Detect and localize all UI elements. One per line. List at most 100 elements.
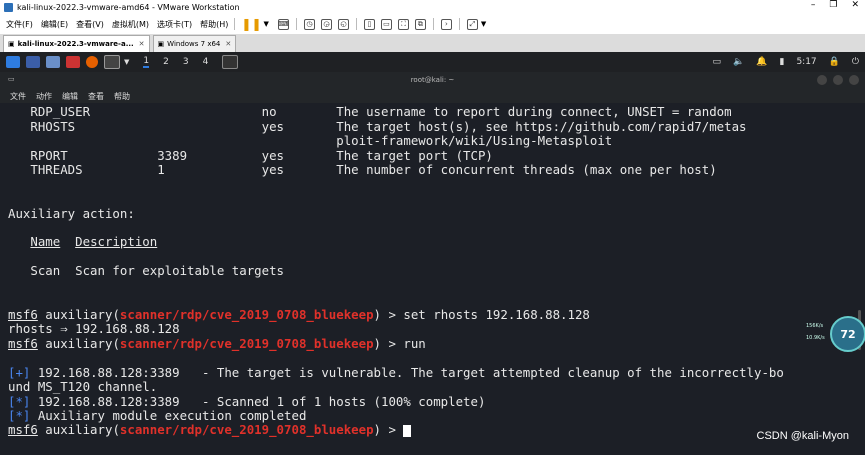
snapshot-manager-icon[interactable]: ◵ <box>337 18 349 30</box>
maximize-icon[interactable] <box>833 75 843 85</box>
terminal-menu-view[interactable]: 查看 <box>88 91 104 102</box>
terminal-menu-help[interactable]: 帮助 <box>114 91 130 102</box>
prompt-prefix: msf6 <box>8 336 38 351</box>
result-vulnerable: [+] 192.168.88.128:3389 - The target is … <box>8 366 784 380</box>
minimize-icon[interactable]: – <box>811 0 816 10</box>
column-name: Name <box>30 234 61 249</box>
tab-kali[interactable]: ▣ kali-linux-2022.3-vmware-a... ✕ <box>3 35 150 52</box>
vm-icon: ▣ <box>157 40 165 48</box>
kali-panel: ▼ 1 2 3 4 ▭ 🔈 🔔 ▮ 5:17 🔒 ⏻ <box>0 52 865 72</box>
network-speed-widget: 156K/s 10.9K/s <box>806 320 825 344</box>
auxiliary-action-heading: Auxiliary action: <box>8 206 135 221</box>
desktop-icon[interactable] <box>26 56 40 68</box>
action-row-scan: Scan Scan for exploitable targets <box>8 263 285 278</box>
terminal-menu-edit[interactable]: 编辑 <box>62 91 78 102</box>
chevron-down-icon[interactable]: ▼ <box>124 58 129 66</box>
terminal-menu-file[interactable]: 文件 <box>10 91 26 102</box>
thumbnail-icon[interactable]: ▭ <box>380 18 392 30</box>
toolbar-divider <box>458 18 460 30</box>
toolbar-divider <box>234 18 236 30</box>
speaker-icon[interactable]: 🔈 <box>733 57 744 67</box>
prompt-prefix: msf6 <box>8 422 38 437</box>
terminal-title: root@kali: ~ <box>410 76 455 84</box>
status-star: [*] <box>8 394 31 409</box>
window-titlebar: kali-linux-2022.3-vmware-amd64 - VMware … <box>0 0 865 14</box>
chevron-down-icon[interactable]: ▼ <box>264 20 269 28</box>
stretch-icon[interactable]: ⤢ <box>466 18 478 30</box>
close-icon[interactable]: ✕ <box>225 40 231 48</box>
option-row-threads: THREADS 1 yes The number of concurrent t… <box>8 162 717 177</box>
terminal-menu-action[interactable]: 动作 <box>36 91 52 102</box>
close-icon[interactable] <box>849 75 859 85</box>
performance-gauge[interactable]: 72 <box>830 316 865 352</box>
kali-menu-icon[interactable] <box>6 56 20 68</box>
terminal-menubar: 文件 动作 编辑 查看 帮助 <box>0 89 865 103</box>
firefox-icon[interactable] <box>86 56 98 68</box>
prompt-mid: auxiliary( <box>37 307 120 322</box>
option-row-rdp-user: RDP_USER no The username to report durin… <box>8 104 732 119</box>
menu-edit[interactable]: 编辑(E) <box>41 19 68 30</box>
toolbar-divider <box>355 18 357 30</box>
display-icon[interactable]: ▭ <box>713 57 722 67</box>
module-name: scanner/rdp/cve_2019_0708_bluekeep <box>119 307 374 322</box>
tab-label: Windows 7 x64 <box>167 40 221 48</box>
terminal-window-controls <box>817 75 859 85</box>
workspace-1[interactable]: 1 <box>143 56 150 68</box>
battery-icon[interactable]: ▮ <box>779 57 784 67</box>
revert-snapshot-icon[interactable]: ◶ <box>320 18 332 30</box>
chevron-down-icon[interactable]: ▼ <box>481 20 486 28</box>
workspace-3[interactable]: 3 <box>183 57 189 67</box>
command-set-rhosts: set rhosts 192.168.88.128 <box>403 307 590 322</box>
console-icon[interactable]: › <box>440 18 452 30</box>
snapshot-icon[interactable]: ◷ <box>303 18 315 30</box>
menu-help[interactable]: 帮助(H) <box>200 19 228 30</box>
column-description: Description <box>75 234 158 249</box>
result-completed: [*] Auxiliary module execution completed <box>8 409 306 423</box>
library-icon[interactable]: ▯ <box>363 18 375 30</box>
menu-file[interactable]: 文件(F) <box>6 19 33 30</box>
minimize-icon[interactable] <box>817 75 827 85</box>
prompt-line: msf6 auxiliary(scanner/rdp/cve_2019_0708… <box>8 308 590 322</box>
prompt-prefix: msf6 <box>8 307 38 322</box>
workspace-4[interactable]: 4 <box>203 57 209 67</box>
menu-vm[interactable]: 虚拟机(M) <box>112 19 149 30</box>
terminal-output[interactable]: RDP_USER no The username to report durin… <box>0 103 865 455</box>
vm-icon: ▣ <box>8 40 15 48</box>
window-controls: – ❐ ✕ <box>811 0 859 10</box>
module-name: scanner/rdp/cve_2019_0708_bluekeep <box>119 422 374 437</box>
toolbar-divider <box>295 18 297 30</box>
menu-view[interactable]: 查看(V) <box>76 19 104 30</box>
text-cursor <box>403 424 412 437</box>
power-icon[interactable]: ⏻ <box>852 57 859 67</box>
tab-windows7[interactable]: ▣ Windows 7 x64 ✕ <box>152 35 237 52</box>
text-editor-icon[interactable] <box>66 56 80 68</box>
prompt-line: msf6 auxiliary(scanner/rdp/cve_2019_0708… <box>8 337 426 351</box>
terminal-window-icon[interactable] <box>222 55 239 69</box>
terminal-icon[interactable] <box>104 55 120 69</box>
prompt-mid: auxiliary( <box>37 422 120 437</box>
send-keys-icon[interactable]: ⌨ <box>277 18 289 30</box>
file-manager-icon[interactable] <box>46 56 60 68</box>
prompt-end: ) > <box>373 336 404 351</box>
close-icon[interactable]: ✕ <box>139 40 145 48</box>
close-icon[interactable]: ✕ <box>851 0 859 10</box>
watermark: CSDN @kali-Myon <box>756 430 849 442</box>
maximize-icon[interactable]: ❐ <box>829 0 837 10</box>
window-title: kali-linux-2022.3-vmware-amd64 - VMware … <box>17 2 240 12</box>
fullscreen-icon[interactable]: ⛶ <box>397 18 409 30</box>
panel-tray: ▭ 🔈 🔔 ▮ 5:17 🔒 ⏻ <box>713 52 859 72</box>
tab-label: kali-linux-2022.3-vmware-a... <box>17 40 134 48</box>
result-text: 192.168.88.128:3389 - The target is vuln… <box>30 365 784 380</box>
net-up: 156K/s <box>806 323 824 329</box>
menu-tabs[interactable]: 选项卡(T) <box>157 19 192 30</box>
status-star: [*] <box>8 408 31 423</box>
unity-icon[interactable]: ⧉ <box>414 18 426 30</box>
lock-icon[interactable]: 🔒 <box>829 57 840 67</box>
clock[interactable]: 5:17 <box>796 57 816 67</box>
notification-icon[interactable]: 🔔 <box>756 57 767 67</box>
toolbar-divider <box>432 18 434 30</box>
pause-icon[interactable]: ❚❚ <box>241 17 261 31</box>
prompt-end: ) > <box>373 422 404 437</box>
workspace-2[interactable]: 2 <box>163 57 169 67</box>
result-scanned: [*] 192.168.88.128:3389 - Scanned 1 of 1… <box>8 395 485 409</box>
